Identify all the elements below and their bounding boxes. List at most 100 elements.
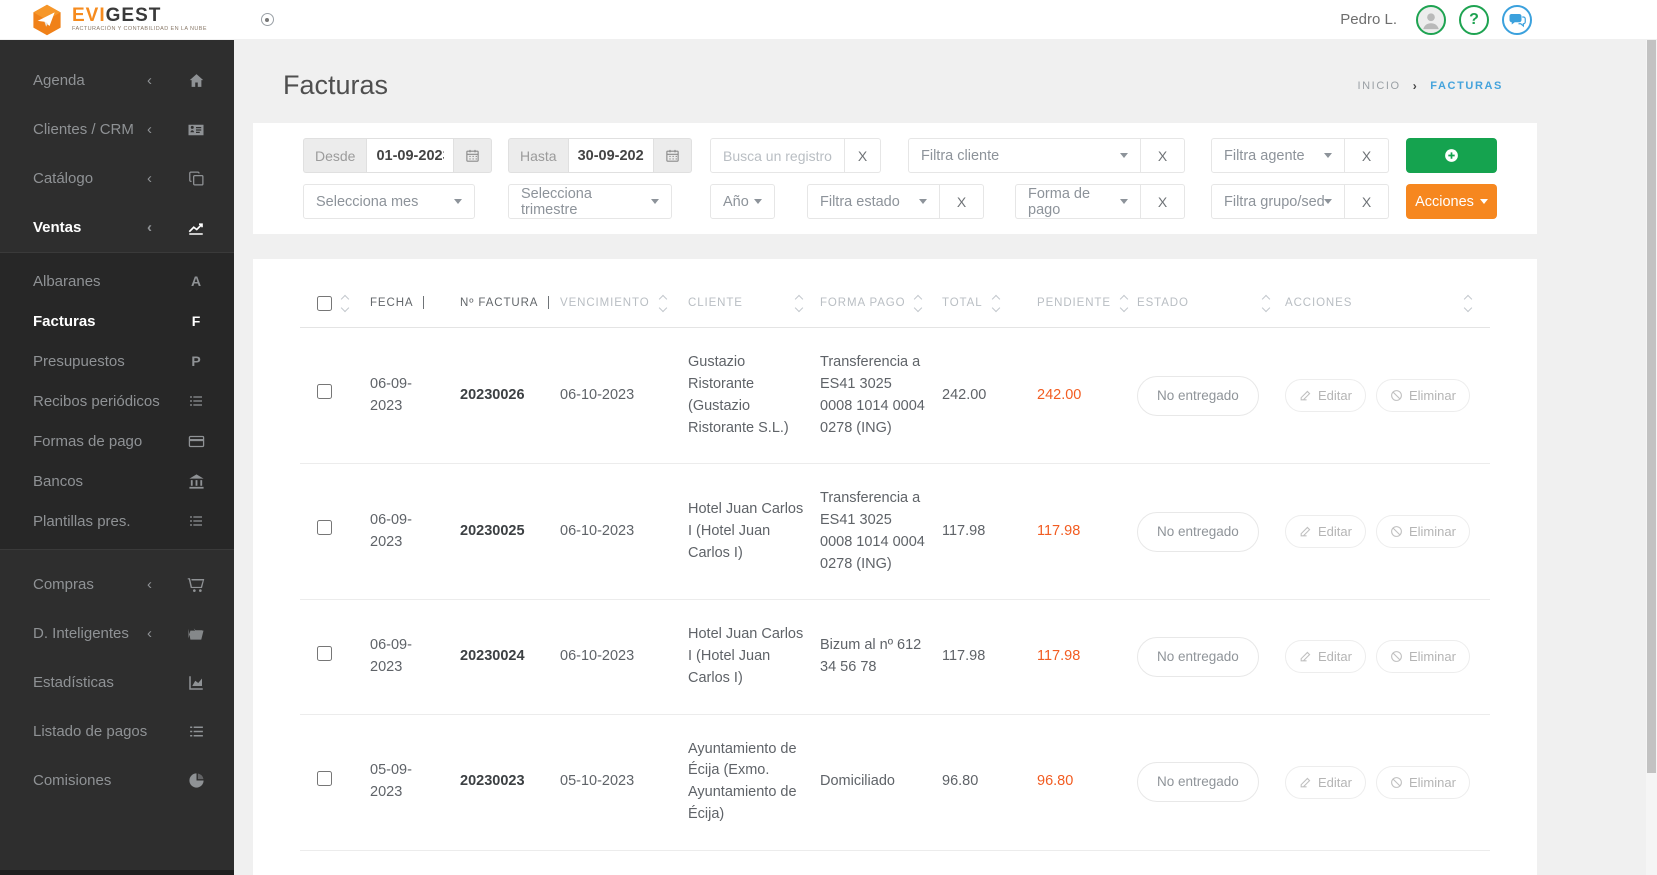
filter-forma-pago-select[interactable]: Forma de pago [1015,184,1141,219]
submenu-item-facturas[interactable]: Facturas F [0,301,234,341]
caret-down-icon [1120,153,1128,158]
clear-forma-pago-button[interactable]: X [1141,184,1185,219]
clear-estado-button[interactable]: X [940,184,984,219]
help-button[interactable]: ? [1459,5,1489,35]
cell-pendiente: 242.00 [1037,385,1137,407]
col-header-total[interactable]: Total [942,295,1037,312]
select-ano[interactable]: Año [710,184,775,219]
clear-grupo-sede-button[interactable]: X [1345,184,1389,219]
col-header-trailing[interactable] [1465,296,1490,311]
sidebar-item-listado-de-pagos[interactable]: Listado de pagos [0,707,234,756]
delete-button[interactable]: Eliminar [1376,379,1470,412]
chevron-left-icon: ‹ [147,219,152,236]
sidebar-item-estadisticas[interactable]: Estadísticas [0,658,234,707]
clear-agente-button[interactable]: X [1345,138,1389,173]
search-input[interactable] [710,138,845,173]
col-header-vencimiento[interactable]: Vencimiento [560,295,688,312]
cell-fecha: 05-09-2023 [370,760,434,804]
submenu-item-presupuestos[interactable]: Presupuestos P [0,341,234,381]
vertical-scrollbar[interactable] [1646,20,1657,875]
filter-grupo-sede-select[interactable]: Filtra grupo/sede [1211,184,1345,219]
sidebar-item-comisiones[interactable]: Comisiones [0,756,234,805]
submenu-item-formas-de-pago[interactable]: Formas de pago [0,421,234,461]
chat-bubbles-icon [1508,11,1526,29]
date-to-input[interactable] [568,138,654,173]
table-row: 06-09-2023 20230026 06-10-2023 Gustazio … [300,328,1490,464]
acciones-button[interactable]: Acciones [1406,184,1497,219]
select-mes[interactable]: Selecciona mes [303,184,475,219]
caret-down-icon [651,199,659,204]
edit-button[interactable]: Editar [1285,379,1366,412]
sidebar-item-catalogo[interactable]: Catálogo ‹ [0,154,234,203]
breadcrumb-facturas[interactable]: FACTURAS [1430,80,1503,92]
sidebar: Agenda ‹ Clientes / CRM ‹ Catálogo ‹ Ven… [0,40,234,875]
submenu-item-plantillas-pres[interactable]: Plantillas pres. [0,501,234,541]
user-avatar[interactable] [1416,5,1446,35]
col-header-num-factura[interactable]: Nº Factura [460,294,560,313]
pencil-square-icon [1299,525,1312,538]
slash-circle-icon [1390,525,1403,538]
date-from-input[interactable] [366,138,454,173]
sidebar-collapse-icon[interactable] [261,13,274,26]
col-header-pendiente[interactable]: Pendiente [1037,295,1137,312]
sidebar-item-agenda[interactable]: Agenda ‹ [0,56,234,105]
cell-pendiente: 96.80 [1037,771,1137,793]
invoices-table: Fecha Nº Factura Vencimiento Cliente For… [253,259,1537,875]
sidebar-item-compras[interactable]: Compras ‹ [0,560,234,609]
col-header-forma-pago[interactable]: Forma pago [820,295,942,312]
edit-button[interactable]: Editar [1285,766,1366,799]
chart-line-icon [186,218,206,238]
sort-desc-icon [548,294,549,311]
col-header-estado[interactable]: Estado [1137,295,1285,312]
person-icon [1420,9,1442,31]
add-invoice-button[interactable] [1406,138,1497,173]
submenu-item-bancos[interactable]: Bancos [0,461,234,501]
brand-logo: EVIGEST FACTURACIÓN Y CONTABILIDAD EN LA… [30,3,207,37]
select-all-checkbox[interactable] [317,296,332,311]
bank-icon [186,473,206,490]
cell-numero: 20230023 [460,771,560,793]
submenu-item-albaranes[interactable]: Albaranes A [0,261,234,301]
cell-total: 96.80 [942,771,1037,793]
filter-cliente-select[interactable]: Filtra cliente [908,138,1141,173]
col-header-acciones[interactable]: Acciones [1285,295,1465,312]
cell-vencimiento: 06-10-2023 [560,646,688,668]
brand-name: EVIGEST [72,6,207,25]
edit-button[interactable]: Editar [1285,640,1366,673]
delete-button[interactable]: Eliminar [1376,640,1470,673]
calendar-icon[interactable] [454,138,492,173]
filter-estado-select[interactable]: Filtra estado [807,184,940,219]
sidebar-item-d-inteligentes[interactable]: D. Inteligentes ‹ [0,609,234,658]
row-checkbox[interactable] [317,646,332,661]
caret-down-icon [919,199,927,204]
chat-button[interactable] [1502,5,1532,35]
col-header-cliente[interactable]: Cliente [688,295,820,312]
slash-circle-icon [1390,776,1403,789]
breadcrumb-inicio[interactable]: INICIO [1357,80,1400,92]
copy-icon [186,169,206,189]
list-icon [186,393,206,409]
calendar-icon[interactable] [654,138,692,173]
clear-cliente-button[interactable]: X [1141,138,1185,173]
chevron-left-icon: ‹ [147,170,152,187]
row-checkbox[interactable] [317,771,332,786]
sidebar-item-ventas[interactable]: Ventas ‹ [0,203,234,252]
chevron-left-icon: ‹ [147,625,152,642]
scrollbar-thumb[interactable] [1647,28,1656,773]
delete-button[interactable]: Eliminar [1376,766,1470,799]
credit-card-icon [186,433,206,450]
submenu-item-recibos-periodicos[interactable]: Recibos periódicos [0,381,234,421]
select-trimestre[interactable]: Selecciona trimestre [508,184,672,219]
cell-forma-pago: Transferencia a ES41 3025 0008 1014 0004… [820,488,942,575]
letter-p-icon: P [186,353,206,369]
sidebar-item-clientes-crm[interactable]: Clientes / CRM ‹ [0,105,234,154]
home-icon [186,71,206,91]
col-header-fecha[interactable]: Fecha [370,294,460,313]
clear-search-button[interactable]: X [845,138,881,173]
filter-agente-select[interactable]: Filtra agente [1211,138,1345,173]
sort-icon[interactable] [342,296,348,311]
row-checkbox[interactable] [317,384,332,399]
row-checkbox[interactable] [317,520,332,535]
edit-button[interactable]: Editar [1285,515,1366,548]
delete-button[interactable]: Eliminar [1376,515,1470,548]
